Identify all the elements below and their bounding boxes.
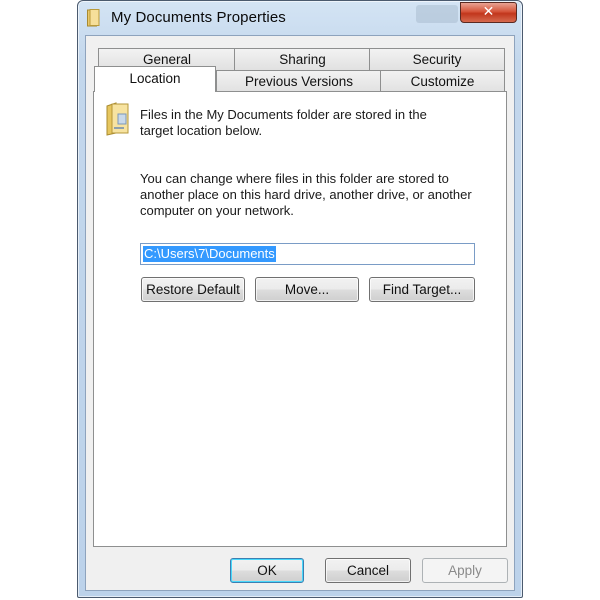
location-tab-panel: Files in the My Documents folder are sto… <box>93 91 507 547</box>
tab-previous-versions[interactable]: Previous Versions <box>216 70 382 92</box>
change-info-line-3: computer on your network. <box>140 203 294 218</box>
target-path-value: C:\Users\7\Documents <box>143 246 276 262</box>
title-bar[interactable]: My Documents Properties ✕ <box>78 1 522 35</box>
tab-label: Location <box>129 71 181 86</box>
tab-sharing[interactable]: Sharing <box>234 48 371 70</box>
folder-icon <box>87 9 101 27</box>
close-icon: ✕ <box>482 4 495 20</box>
properties-window: My Documents Properties ✕ General Sharin… <box>77 0 523 598</box>
apply-button[interactable]: Apply <box>422 558 508 583</box>
tab-location[interactable]: Location <box>94 66 216 92</box>
tab-label: General <box>142 52 192 67</box>
location-info-line-2: target location below. <box>140 123 263 138</box>
tab-security[interactable]: Security <box>369 48 505 70</box>
button-label: Cancel <box>346 563 390 578</box>
window-controls <box>416 5 458 23</box>
location-info-line-1: Files in the My Documents folder are sto… <box>140 107 427 122</box>
tab-label: Security <box>412 52 462 67</box>
folder-icon <box>106 102 130 136</box>
button-label: Move... <box>284 282 330 297</box>
target-path-input[interactable]: C:\Users\7\Documents <box>140 243 475 265</box>
tab-label: Customize <box>410 74 475 89</box>
dialog-body: General Sharing Security Location Previo… <box>85 35 515 591</box>
cancel-button[interactable]: Cancel <box>325 558 411 583</box>
tab-customize[interactable]: Customize <box>380 70 505 92</box>
tab-label: Sharing <box>279 52 326 67</box>
restore-default-button[interactable]: Restore Default <box>141 277 245 302</box>
button-label: OK <box>257 563 277 578</box>
ok-button[interactable]: OK <box>230 558 304 583</box>
tab-label: Previous Versions <box>244 74 354 89</box>
change-info-line-2: another place on this hard drive, anothe… <box>140 187 472 202</box>
window-title: My Documents Properties <box>111 9 286 26</box>
button-label: Restore Default <box>146 282 240 297</box>
button-label: Find Target... <box>382 282 462 297</box>
find-target-button[interactable]: Find Target... <box>369 277 475 302</box>
close-button[interactable]: ✕ <box>460 2 517 23</box>
move-button[interactable]: Move... <box>255 277 359 302</box>
button-label: Apply <box>448 563 482 578</box>
change-info-line-1: You can change where files in this folde… <box>140 171 449 186</box>
